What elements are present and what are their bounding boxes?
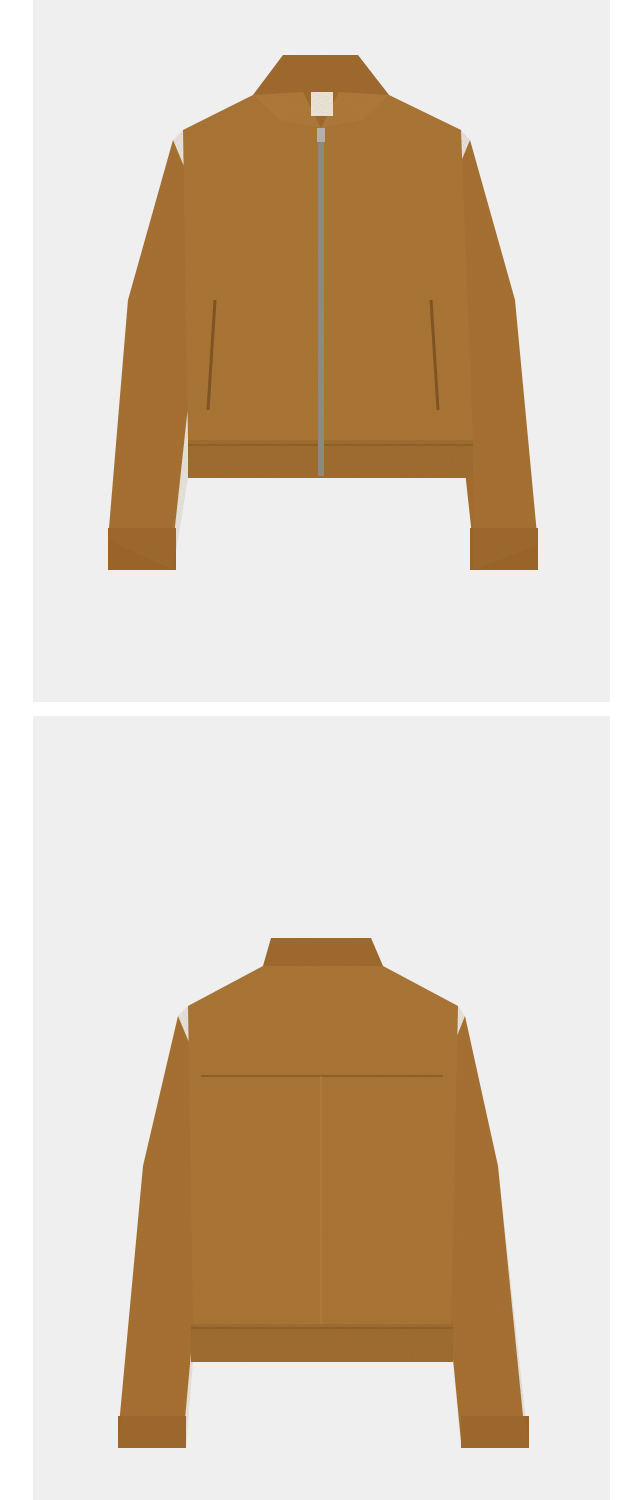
- product-image-back[interactable]: [33, 716, 610, 1500]
- back-jacket-image: [118, 938, 529, 1448]
- front-jacket-image: [108, 55, 538, 570]
- product-image-front[interactable]: [33, 0, 610, 702]
- jacket-back: [118, 938, 529, 1448]
- product-gallery: [0, 0, 643, 1500]
- jacket-front: [108, 55, 538, 570]
